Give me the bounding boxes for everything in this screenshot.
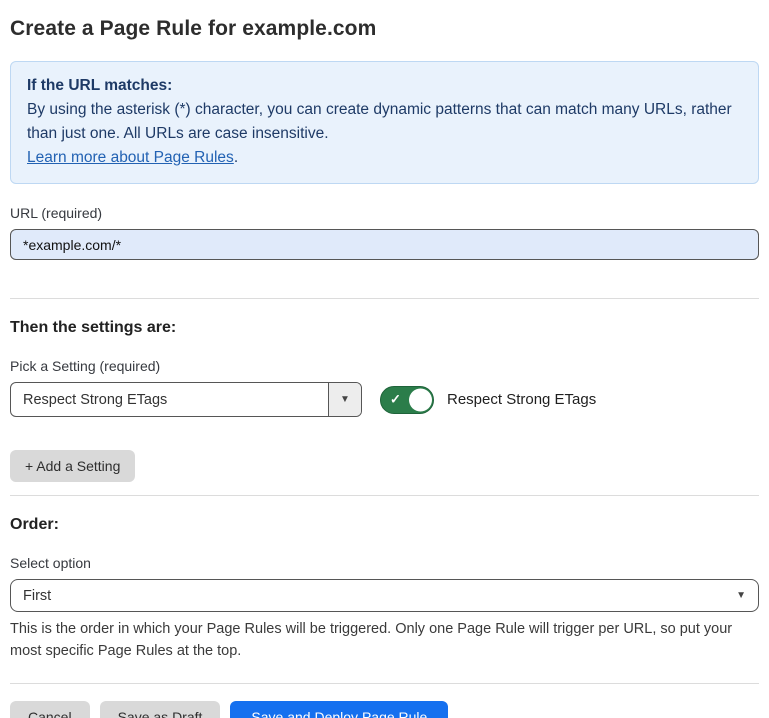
info-box-link-line: Learn more about Page Rules. bbox=[27, 146, 742, 170]
save-deploy-button[interactable]: Save and Deploy Page Rule bbox=[230, 701, 448, 718]
footer-actions: Cancel Save as Draft Save and Deploy Pag… bbox=[10, 701, 759, 718]
url-input[interactable] bbox=[10, 229, 759, 260]
url-match-info-box: If the URL matches: By using the asteris… bbox=[10, 61, 759, 184]
create-page-rule-form: Create a Page Rule for example.com If th… bbox=[0, 0, 769, 718]
setting-dropdown[interactable]: Respect Strong ETags ▼ bbox=[10, 382, 362, 417]
order-select-value: First bbox=[23, 588, 51, 604]
link-period: . bbox=[234, 149, 238, 166]
footer-divider bbox=[10, 683, 759, 684]
order-heading: Order: bbox=[10, 516, 759, 534]
chevron-down-icon: ▼ bbox=[736, 590, 746, 601]
chevron-down-icon: ▼ bbox=[340, 394, 350, 405]
order-select[interactable]: First ▼ bbox=[10, 579, 759, 612]
order-help-text: This is the order in which your Page Rul… bbox=[10, 618, 755, 662]
cancel-button[interactable]: Cancel bbox=[10, 701, 90, 718]
setting-row: Respect Strong ETags ▼ ✓ Respect Strong … bbox=[10, 382, 759, 417]
settings-heading: Then the settings are: bbox=[10, 319, 759, 337]
save-draft-button[interactable]: Save as Draft bbox=[100, 701, 221, 718]
info-box-body: By using the asterisk (*) character, you… bbox=[27, 98, 742, 146]
setting-toggle-label: Respect Strong ETags bbox=[447, 391, 596, 408]
order-select-label: Select option bbox=[10, 555, 759, 571]
section-divider bbox=[10, 298, 759, 299]
setting-toggle[interactable]: ✓ bbox=[380, 386, 434, 414]
setting-dropdown-value: Respect Strong ETags bbox=[11, 383, 328, 416]
setting-picker-label: Pick a Setting (required) bbox=[10, 358, 759, 374]
page-title: Create a Page Rule for example.com bbox=[10, 17, 759, 41]
setting-dropdown-button[interactable]: ▼ bbox=[328, 383, 361, 416]
check-icon: ✓ bbox=[390, 391, 401, 407]
section-divider bbox=[10, 495, 759, 496]
add-setting-button[interactable]: + Add a Setting bbox=[10, 450, 135, 482]
toggle-knob bbox=[409, 388, 432, 411]
learn-more-link[interactable]: Learn more about Page Rules bbox=[27, 149, 234, 166]
url-field-label: URL (required) bbox=[10, 205, 759, 221]
info-box-heading: If the URL matches: bbox=[27, 74, 742, 98]
